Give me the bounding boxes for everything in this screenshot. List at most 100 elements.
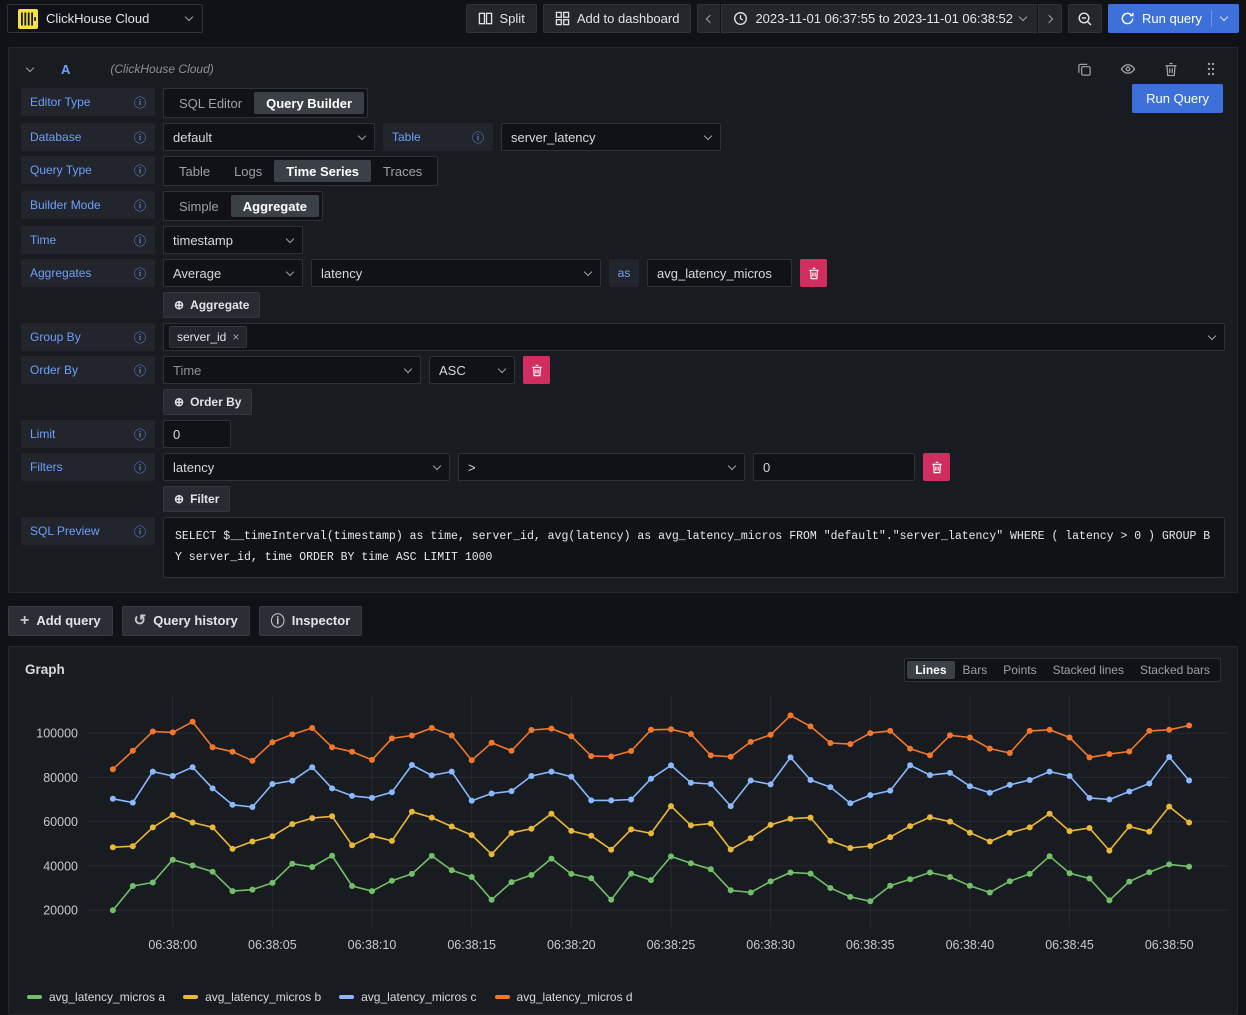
- aggregate-function-select[interactable]: Average: [163, 259, 303, 287]
- legend-item-avg_latency_micros-a[interactable]: avg_latency_micros a: [27, 990, 165, 1004]
- radio-option-query-builder[interactable]: Query Builder: [254, 92, 364, 114]
- legend-item-avg_latency_micros-d[interactable]: avg_latency_micros d: [495, 990, 633, 1004]
- filter-operator-select[interactable]: >: [458, 453, 745, 481]
- order-by-field-select[interactable]: Time: [163, 356, 421, 384]
- group-by-multiselect[interactable]: server_id ×: [163, 323, 1225, 351]
- legend-swatch: [183, 995, 198, 999]
- time-forward-button[interactable]: [1038, 4, 1062, 33]
- x-axis-tick-label: 06:38:50: [1145, 938, 1194, 952]
- x-axis-tick-label: 06:38:40: [946, 938, 995, 952]
- info-icon[interactable]: ⓘ: [134, 94, 146, 111]
- hide-response-eye-icon[interactable]: [1113, 61, 1143, 77]
- radio-option-table[interactable]: Table: [167, 160, 222, 182]
- radio-option-traces[interactable]: Traces: [371, 160, 434, 182]
- data-point: [748, 835, 754, 841]
- info-icon[interactable]: ⓘ: [134, 197, 146, 214]
- data-point: [927, 772, 933, 778]
- time-series-chart[interactable]: 2000040000600008000010000006:38:0006:38:…: [25, 685, 1221, 986]
- info-icon[interactable]: ⓘ: [134, 459, 146, 476]
- data-point: [887, 787, 893, 793]
- data-point: [130, 843, 136, 849]
- limit-input[interactable]: 0: [163, 420, 231, 448]
- database-select[interactable]: default: [163, 123, 375, 151]
- zoom-out-button[interactable]: [1068, 4, 1102, 33]
- radio-option-sql-editor[interactable]: SQL Editor: [167, 92, 254, 114]
- remove-tag-icon[interactable]: ×: [232, 330, 239, 344]
- order-by-direction-select[interactable]: ASC: [429, 356, 515, 384]
- data-point: [1087, 875, 1093, 881]
- data-point: [309, 764, 315, 770]
- editor-run-query-button[interactable]: Run Query: [1132, 84, 1223, 113]
- data-point: [230, 748, 236, 754]
- add-query-button[interactable]: + Add query: [8, 606, 113, 636]
- radio-option-stacked-bars[interactable]: Stacked bars: [1132, 661, 1218, 679]
- info-icon[interactable]: ⓘ: [134, 265, 146, 282]
- time-picker: 2023-11-01 06:37:55 to 2023-11-01 06:38:…: [697, 4, 1062, 33]
- info-icon[interactable]: ⓘ: [472, 129, 484, 146]
- query-history-button[interactable]: ↺ Query history: [122, 606, 250, 636]
- remove-query-trash-icon[interactable]: [1157, 62, 1185, 77]
- chevron-down-icon: [185, 13, 193, 21]
- data-point: [369, 794, 375, 800]
- inspector-button[interactable]: ⓘ Inspector: [259, 606, 363, 636]
- info-icon[interactable]: ⓘ: [134, 329, 146, 346]
- add-aggregate-button[interactable]: ⊕ Aggregate: [163, 292, 260, 318]
- data-point: [1186, 863, 1192, 869]
- chart-canvas[interactable]: 2000040000600008000010000006:38:0006:38:…: [25, 685, 1235, 973]
- info-icon[interactable]: ⓘ: [134, 523, 146, 540]
- info-icon[interactable]: ⓘ: [134, 362, 146, 379]
- remove-aggregate-button[interactable]: [800, 259, 827, 287]
- aggregate-column-select[interactable]: latency: [311, 259, 601, 287]
- data-point: [489, 851, 495, 857]
- datasource-picker[interactable]: ClickHouse Cloud: [7, 4, 203, 33]
- drag-handle-icon[interactable]: [1199, 61, 1223, 77]
- run-query-button[interactable]: Run query: [1108, 4, 1239, 33]
- x-axis-tick-label: 06:38:05: [248, 938, 297, 952]
- data-point: [867, 730, 873, 736]
- add-filter-button[interactable]: ⊕ Filter: [163, 486, 230, 512]
- data-point: [429, 725, 435, 731]
- data-point: [887, 834, 893, 840]
- info-icon[interactable]: ⓘ: [134, 129, 146, 146]
- query-row-header[interactable]: A (ClickHouse Cloud): [21, 54, 1225, 84]
- radio-option-lines[interactable]: Lines: [907, 661, 954, 679]
- duplicate-query-icon[interactable]: [1070, 62, 1099, 77]
- dashboard-grid-icon: [555, 11, 570, 26]
- info-icon[interactable]: ⓘ: [134, 426, 146, 443]
- add-order-by-button[interactable]: ⊕ Order By: [163, 389, 252, 415]
- time-column-select[interactable]: timestamp: [163, 226, 303, 254]
- legend-item-avg_latency_micros-b[interactable]: avg_latency_micros b: [183, 990, 321, 1004]
- data-point: [1146, 780, 1152, 786]
- time-range-button[interactable]: 2023-11-01 06:37:55 to 2023-11-01 06:38:…: [721, 4, 1037, 33]
- data-point: [1106, 796, 1112, 802]
- alias-input[interactable]: avg_latency_micros: [647, 259, 792, 287]
- info-icon[interactable]: ⓘ: [134, 232, 146, 249]
- split-button[interactable]: Split: [466, 4, 537, 33]
- data-point: [548, 725, 554, 731]
- chevron-right-icon: [1045, 14, 1053, 22]
- radio-option-simple[interactable]: Simple: [167, 195, 231, 217]
- legend-item-avg_latency_micros-c[interactable]: avg_latency_micros c: [339, 990, 476, 1004]
- radio-option-time-series[interactable]: Time Series: [274, 160, 371, 182]
- data-point: [867, 843, 873, 849]
- remove-order-by-button[interactable]: [523, 356, 550, 384]
- radio-option-aggregate[interactable]: Aggregate: [231, 195, 319, 217]
- data-point: [329, 852, 335, 858]
- radio-option-bars[interactable]: Bars: [955, 661, 996, 679]
- data-point: [349, 842, 355, 848]
- time-back-button[interactable]: [697, 4, 720, 33]
- add-to-dashboard-button[interactable]: Add to dashboard: [543, 4, 692, 33]
- remove-filter-button[interactable]: [923, 453, 950, 481]
- table-select[interactable]: server_latency: [501, 123, 721, 151]
- radio-option-stacked-lines[interactable]: Stacked lines: [1045, 661, 1132, 679]
- filter-column-select[interactable]: latency: [163, 453, 450, 481]
- radio-option-logs[interactable]: Logs: [222, 160, 274, 182]
- y-axis-tick-label: 60000: [43, 815, 78, 829]
- top-bar: ClickHouse Cloud Split Add to dashboard …: [0, 0, 1246, 37]
- data-point: [748, 777, 754, 783]
- chevron-down-icon[interactable]: [1220, 13, 1228, 21]
- filter-value-input[interactable]: 0: [753, 453, 915, 481]
- info-icon[interactable]: ⓘ: [134, 162, 146, 179]
- collapse-chevron-icon[interactable]: [26, 63, 34, 71]
- radio-option-points[interactable]: Points: [995, 661, 1044, 679]
